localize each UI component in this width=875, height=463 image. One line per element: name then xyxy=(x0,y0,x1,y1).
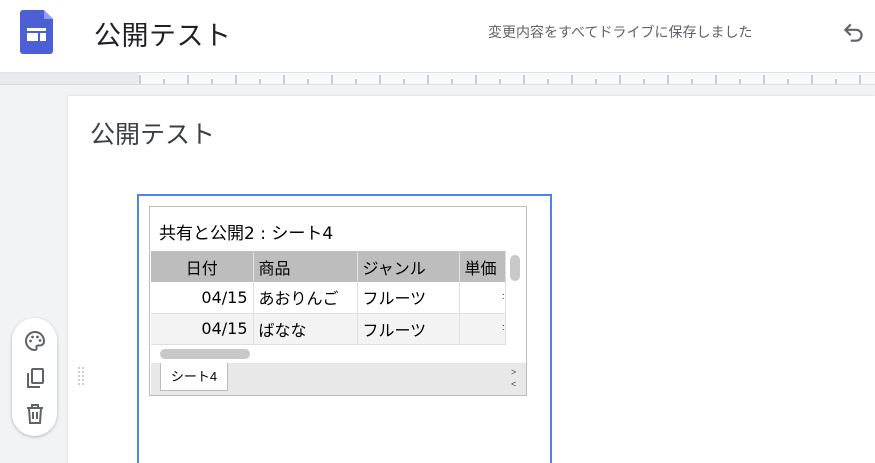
ruler xyxy=(0,72,875,85)
table-cell[interactable]: ばなな xyxy=(253,313,358,345)
page-heading[interactable]: 公開テスト xyxy=(90,115,215,151)
sheet-tab-bar: シート4 > < xyxy=(151,363,526,395)
horizontal-scrollbar[interactable] xyxy=(160,349,250,359)
save-status: 変更内容をすべてドライブに保存しました xyxy=(488,25,753,41)
table-row: 04/15 ばなな フルーツ xyxy=(151,313,506,345)
google-sites-icon[interactable] xyxy=(20,10,53,54)
table-row: 04/15 あおりんご フルーツ xyxy=(151,282,506,314)
drag-handle-icon[interactable] xyxy=(77,366,87,388)
embedded-spreadsheet[interactable]: 共有と公開2 : シート4 日付 商品 ジャンル 単価 04/15 あおりんご … xyxy=(149,206,527,396)
table-cell[interactable] xyxy=(459,313,506,345)
copy-icon[interactable] xyxy=(23,366,47,390)
column-header: 単価 xyxy=(459,251,506,282)
tab-prev-arrow[interactable]: < xyxy=(511,379,516,389)
trash-icon[interactable] xyxy=(23,402,47,426)
tab-next-arrow[interactable]: > xyxy=(511,367,516,377)
undo-icon[interactable] xyxy=(841,19,867,45)
table-cell[interactable]: フルーツ xyxy=(357,313,460,345)
header-row: 日付 商品 ジャンル 単価 xyxy=(151,251,506,282)
top-bar: 公開テスト 変更内容をすべてドライブに保存しました xyxy=(0,0,875,72)
ruler-margin xyxy=(0,73,139,84)
column-header: 日付 xyxy=(151,251,254,282)
spreadsheet-grid[interactable]: 日付 商品 ジャンル 単価 04/15 あおりんご フルーツ 04/15 ばなな… xyxy=(151,251,506,345)
ruler-ticks xyxy=(139,75,861,84)
sheet-tab[interactable]: シート4 xyxy=(160,363,228,391)
clipped-cell-value: : xyxy=(502,322,505,332)
table-cell[interactable]: 04/15 xyxy=(151,282,254,314)
table-cell[interactable] xyxy=(459,282,506,314)
table-cell[interactable]: フルーツ xyxy=(357,282,460,314)
column-header: 商品 xyxy=(253,251,358,282)
clipped-cell-value: : xyxy=(502,291,505,301)
spreadsheet-title: 共有と公開2 : シート4 xyxy=(159,224,334,244)
table-cell[interactable]: あおりんご xyxy=(253,282,358,314)
column-header: ジャンル xyxy=(357,251,460,282)
vertical-scrollbar[interactable] xyxy=(510,255,520,281)
document-title[interactable]: 公開テスト xyxy=(94,14,232,53)
table-cell[interactable]: 04/15 xyxy=(151,313,254,345)
section-tools xyxy=(12,318,57,436)
palette-icon[interactable] xyxy=(23,329,47,353)
